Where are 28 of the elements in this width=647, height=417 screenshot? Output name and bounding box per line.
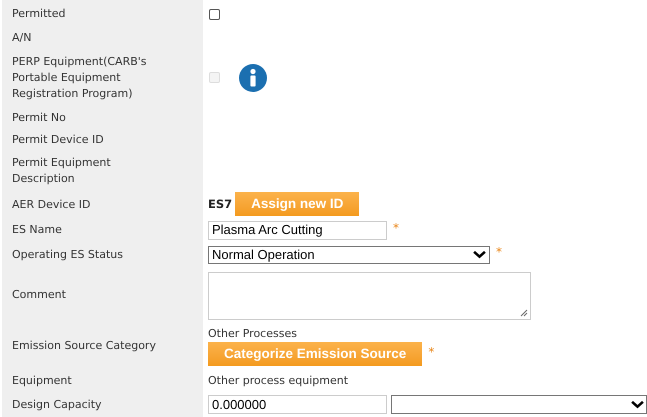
category-value: Other Processes — [208, 326, 298, 342]
field-label: Permit Equipment Description — [12, 155, 112, 187]
field-label: Permitted — [12, 6, 66, 22]
field-label: Operating ES Status — [12, 246, 123, 262]
checkbox[interactable] — [209, 9, 220, 20]
field-label: ES Name — [12, 222, 62, 238]
required-marker: * — [428, 344, 434, 361]
status-dropdown[interactable]: Normal Operation — [208, 246, 490, 264]
info-icon[interactable] — [239, 64, 267, 92]
chevron-down-icon — [473, 250, 486, 259]
field-label: Comment — [12, 286, 66, 302]
required-marker: * — [393, 220, 399, 237]
field-label: Design Capacity — [12, 396, 102, 412]
text-field[interactable]: Plasma Arc Cutting — [208, 220, 387, 240]
device-id: ES7 — [208, 196, 232, 213]
capacity-field[interactable]: 0.000000 — [208, 395, 387, 414]
chevron-down-icon — [631, 400, 644, 409]
resize-grip-icon[interactable] — [520, 308, 528, 316]
field-label: Equipment — [12, 373, 72, 389]
field-label: Emission Source Category — [12, 338, 156, 354]
required-marker: * — [496, 244, 502, 261]
field-label: Permit Device ID — [12, 132, 104, 148]
field-label: AER Device ID — [12, 196, 90, 212]
equipment-value: Other process equipment — [208, 372, 348, 389]
unit-dropdown[interactable] — [391, 395, 647, 414]
field-label: A/N — [12, 30, 32, 46]
field-label: Permit No — [12, 110, 66, 126]
field-label: PERP Equipment(CARB's Portable Equipment Registration Program) — [12, 54, 148, 102]
